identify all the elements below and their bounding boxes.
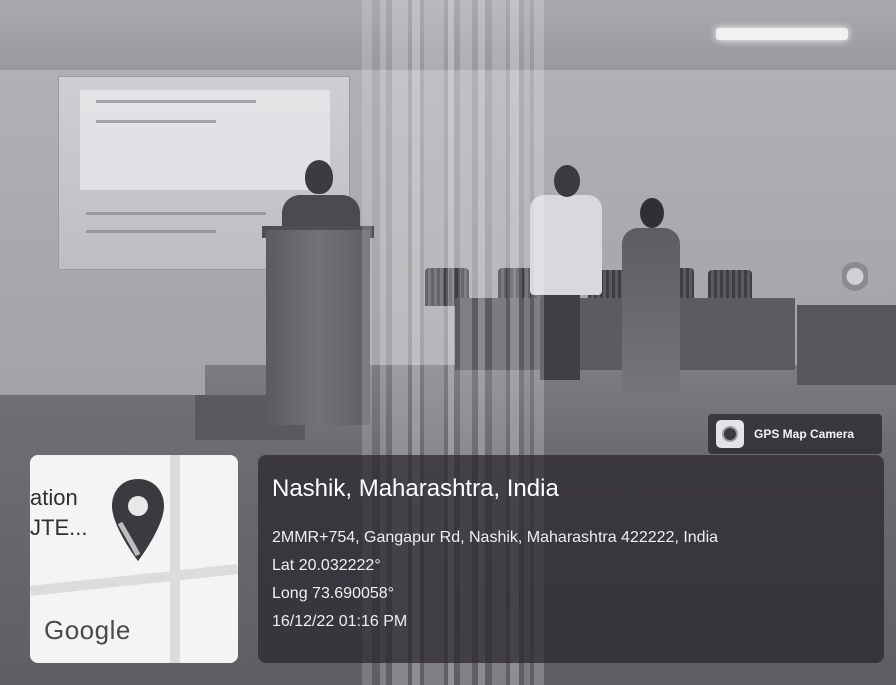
person-recipient-body bbox=[622, 228, 680, 408]
location-latitude: Lat 20.032222° bbox=[272, 557, 381, 574]
map-pin-icon bbox=[112, 479, 164, 561]
person-recipient-head bbox=[640, 198, 664, 228]
person-legs bbox=[540, 290, 580, 380]
location-title: Nashik, Maharashtra, India bbox=[272, 475, 559, 502]
podium bbox=[266, 230, 370, 425]
location-info-panel: Nashik, Maharashtra, India 2MMR+754, Gan… bbox=[258, 455, 884, 663]
slide-text-line bbox=[86, 230, 216, 233]
map-place-text: JTE... bbox=[30, 515, 88, 540]
location-timestamp: 16/12/22 01:16 PM bbox=[272, 613, 408, 630]
map-place-text: ation bbox=[30, 485, 78, 510]
badge-label: GPS Map Camera bbox=[754, 427, 855, 441]
slide-text-line bbox=[96, 120, 216, 123]
person-speaker-head bbox=[305, 160, 333, 194]
photo-scene: GPS Map Camera ation JTE... Google Nashi… bbox=[0, 0, 896, 685]
projected-slide bbox=[80, 90, 330, 190]
map-road bbox=[30, 564, 238, 596]
slide-text-line bbox=[86, 212, 266, 215]
slide-text-line bbox=[96, 100, 256, 103]
location-address: 2MMR+754, Gangapur Rd, Nashik, Maharasht… bbox=[272, 529, 719, 546]
flower-vase bbox=[842, 262, 868, 298]
location-longitude: Long 73.690058° bbox=[272, 585, 395, 602]
person-presenter-head bbox=[554, 165, 580, 197]
gps-map-camera-badge: GPS Map Camera bbox=[708, 414, 882, 454]
google-logo-text: Google bbox=[44, 615, 131, 645]
ceiling-light bbox=[716, 28, 848, 40]
map-thumbnail: ation JTE... Google bbox=[30, 455, 238, 663]
map-road bbox=[170, 455, 180, 663]
camera-icon bbox=[716, 420, 744, 448]
side-table bbox=[797, 305, 896, 385]
